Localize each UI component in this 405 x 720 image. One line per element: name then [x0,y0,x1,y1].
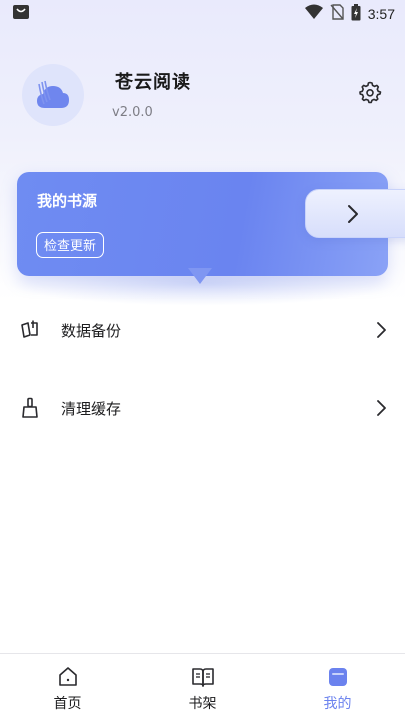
battery-charging-icon [351,3,361,25]
broom-icon [18,396,42,420]
nav-item-mine[interactable]: 我的 [270,654,405,720]
my-sources-title: 我的书源 [37,192,98,210]
nav-label: 书架 [188,696,217,712]
home-icon [55,664,81,690]
app-logo-avatar [22,64,84,126]
book-icon [190,664,216,690]
settings-button[interactable] [356,78,384,106]
menu-item-label: 数据备份 [61,321,122,340]
nav-item-bookshelf[interactable]: 书架 [135,654,270,720]
cloud-book-logo [37,80,69,108]
nav-label: 我的 [323,696,352,712]
app-name: 苍云阅读 [115,72,191,93]
menu-item-backup[interactable]: 数据备份 [0,302,405,358]
profile-card-icon [325,664,351,690]
bottom-nav: 首页 书架 我的 [0,653,405,720]
notification-bag-icon [12,3,30,25]
nav-label: 首页 [53,696,82,712]
menu-item-label: 清理缓存 [61,399,122,418]
chevron-right-icon [372,396,390,420]
gear-icon [359,81,382,104]
chevron-right-icon [372,318,390,342]
wifi-icon [304,4,323,24]
chevron-right-icon [348,204,358,223]
app-version: v2.0.0 [112,105,153,120]
backup-icon [18,318,42,342]
status-bar: 3:57 [0,0,405,28]
nav-item-home[interactable]: 首页 [0,654,135,720]
menu-item-clear-cache[interactable]: 清理缓存 [0,380,405,436]
check-update-button[interactable]: 检查更新 [36,232,105,258]
no-sim-icon [330,4,344,24]
sources-arrow-button[interactable] [305,189,405,238]
status-time: 3:57 [367,6,395,22]
